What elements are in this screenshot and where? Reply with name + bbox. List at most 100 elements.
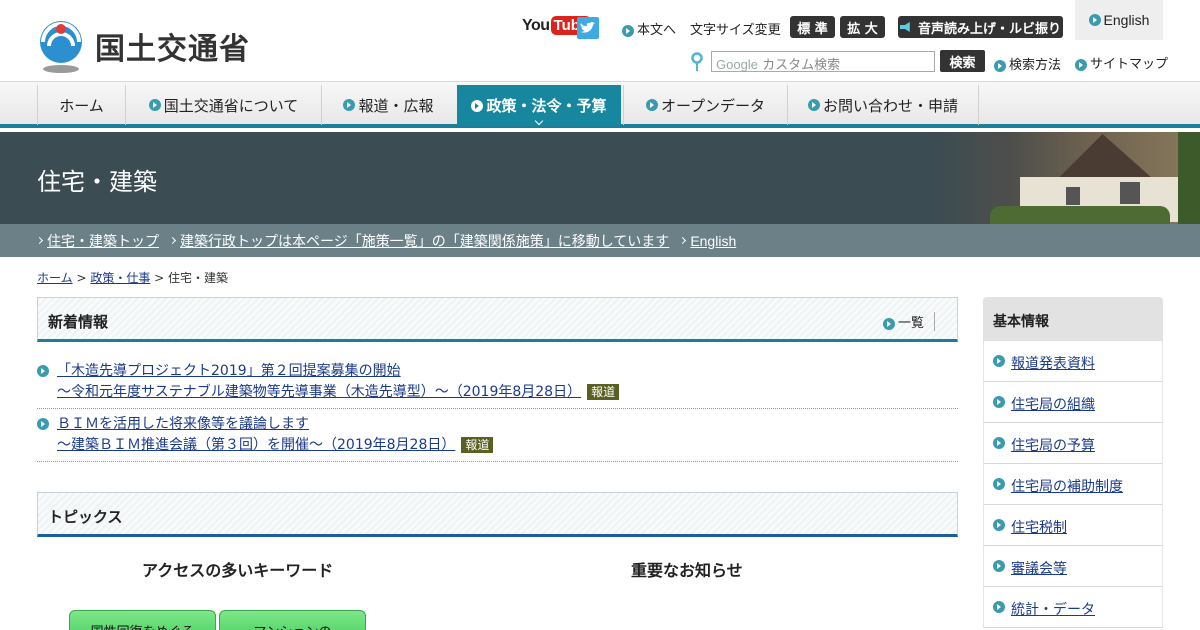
- news-item-line1[interactable]: 「木造先導プロジェクト2019」第２回提案募集の開始: [57, 363, 401, 379]
- arrow-circle-icon: [993, 478, 1005, 490]
- keyword-button[interactable]: 国性回復をめぐる: [69, 610, 216, 630]
- press-badge: 報道: [461, 437, 494, 453]
- site-name: 国土交通省: [95, 32, 250, 67]
- sidebar-item-statistics[interactable]: 統計・データ: [983, 587, 1163, 628]
- gnav-contact-label: お問い合わせ・申請: [822, 96, 958, 115]
- topics-section-header: トピックス: [37, 492, 958, 537]
- sidebar-item-tax[interactable]: 住宅税制: [983, 505, 1163, 546]
- house-window: [1120, 182, 1140, 204]
- gnav-about[interactable]: 国土交通省について: [125, 85, 321, 125]
- keyword-button[interactable]: マンションの: [219, 610, 366, 630]
- sidebar-item-label: 統計・データ: [1011, 602, 1095, 618]
- location-pin-icon: [691, 52, 703, 72]
- sidebar-item-budget[interactable]: 住宅局の予算: [983, 423, 1163, 464]
- global-nav: ホーム 国土交通省について 報道・広報 政策・法令・予算 オープンデータ お問い…: [0, 82, 1200, 128]
- search-input[interactable]: Google カスタム検索: [711, 51, 935, 73]
- sidebar-item-label: 住宅局の組織: [1011, 397, 1095, 413]
- sidebar-item-label: 報道発表資料: [1011, 356, 1095, 372]
- gnav-opendata[interactable]: オープンデータ: [623, 85, 787, 125]
- breadcrumb-separator: >: [150, 271, 169, 285]
- news-list-link[interactable]: 一覧: [882, 312, 935, 331]
- sublink-label: English: [690, 232, 737, 249]
- news-item-line2[interactable]: ～建築ＢＩＭ推進会議（第３回）を開催～（2019年8月28日）: [57, 437, 455, 453]
- site-header: 国土交通省 You Tube 本文へ 文字サイズ変更 標 準 拡 大 音声読み上げ…: [0, 0, 1200, 82]
- sidebar-item-subsidy[interactable]: 住宅局の補助制度: [983, 464, 1163, 505]
- chevron-right-icon: [679, 236, 687, 245]
- font-standard-button[interactable]: 標 準: [790, 16, 835, 38]
- topics-title: トピックス: [48, 508, 123, 526]
- youtube-logo-text: You: [522, 16, 550, 34]
- arrow-circle-icon: [993, 437, 1005, 449]
- arrow-circle-icon: [37, 418, 49, 430]
- breadcrumb-current: 住宅・建築: [168, 271, 229, 285]
- house-photo: [930, 132, 1200, 224]
- arrow-circle-icon: [343, 99, 356, 111]
- gnav-home[interactable]: ホーム: [37, 85, 125, 125]
- english-link[interactable]: English: [1075, 0, 1163, 40]
- arrow-circle-icon: [993, 560, 1005, 572]
- gnav-opendata-label: オープンデータ: [660, 96, 766, 115]
- gnav-press[interactable]: 報道・広報: [321, 85, 455, 125]
- sidebar-item-organization[interactable]: 住宅局の組織: [983, 382, 1163, 423]
- gnav-home-label: ホーム: [59, 96, 104, 115]
- news-item-line1[interactable]: ＢＩＭを活用した将来像等を議論します: [57, 416, 309, 432]
- arrow-circle-icon: [148, 99, 161, 111]
- sidebar-item-councils[interactable]: 審議会等: [983, 546, 1163, 587]
- sublink-housing-top[interactable]: 住宅・建築トップ: [35, 231, 159, 251]
- popular-keywords-title: アクセスの多いキーワード: [142, 561, 334, 580]
- sublink-label: 住宅・建築トップ: [47, 233, 159, 250]
- arrow-circle-icon: [993, 396, 1005, 408]
- news-item[interactable]: ＢＩＭを活用した将来像等を議論します ～建築ＢＩＭ推進会議（第３回）を開催～（2…: [37, 414, 958, 462]
- site-logo[interactable]: 国土交通省: [37, 18, 267, 74]
- chevron-down-icon: [534, 116, 544, 126]
- news-item[interactable]: 「木造先導プロジェクト2019」第２回提案募集の開始 ～令和元年度サステナブル建…: [37, 361, 958, 409]
- breadcrumb-home[interactable]: ホーム: [37, 271, 73, 285]
- arrow-circle-icon: [622, 24, 634, 37]
- news-list-label: 一覧: [897, 316, 924, 331]
- skip-to-content-link[interactable]: 本文へ: [622, 19, 676, 38]
- page-title: 住宅・建築: [37, 168, 157, 196]
- search-placeholder: カスタム検索: [762, 58, 841, 73]
- arrow-circle-icon: [1075, 58, 1087, 71]
- twitter-icon[interactable]: [577, 17, 599, 39]
- sidebar-item-label: 住宅局の予算: [1011, 438, 1095, 454]
- tree: [1178, 132, 1200, 224]
- sitemap-link[interactable]: サイトマップ: [1075, 53, 1168, 72]
- gnav-press-label: 報道・広報: [358, 96, 434, 115]
- sublink-english[interactable]: English: [679, 232, 737, 249]
- important-notices-title: 重要なお知らせ: [631, 561, 743, 580]
- sitemap-label: サイトマップ: [1090, 57, 1169, 72]
- voice-ruby-label: 音声読み上げ・ルビ振り: [917, 21, 1061, 37]
- sublink-label: 建築行政トップは本ページ「施策一覧」の「建築関係施策」に移動しています: [180, 233, 670, 250]
- sidebar-item-press-releases[interactable]: 報道発表資料: [983, 341, 1163, 382]
- gnav-policy[interactable]: 政策・法令・予算: [457, 85, 621, 126]
- sidebar-item-label: 住宅税制: [1011, 520, 1067, 536]
- bushes: [990, 206, 1170, 224]
- news-section-header: 新着情報 一覧: [37, 297, 958, 342]
- section-links-bar: 住宅・建築トップ 建築行政トップは本ページ「施策一覧」の「建築関係施策」に移動し…: [0, 224, 1200, 257]
- english-label: English: [1103, 12, 1150, 28]
- speaker-icon: [899, 22, 910, 32]
- chevron-right-icon: [35, 236, 44, 245]
- arrow-circle-icon: [993, 601, 1005, 613]
- gnav-about-label: 国土交通省について: [163, 96, 299, 115]
- sublink-building-admin[interactable]: 建築行政トップは本ページ「施策一覧」の「建築関係施策」に移動しています: [168, 231, 670, 251]
- arrow-circle-icon: [645, 99, 658, 111]
- news-item-line2[interactable]: ～令和元年度サステナブル建築物等先導事業（木造先導型）～（2019年8月28日）: [57, 384, 581, 400]
- search-button[interactable]: 検索: [940, 50, 985, 72]
- page-banner: 住宅・建築: [0, 132, 1200, 224]
- news-item-text: 「木造先導プロジェクト2019」第２回提案募集の開始 ～令和元年度サステナブル建…: [57, 361, 958, 403]
- search-help-link[interactable]: 検索方法: [994, 54, 1061, 73]
- arrow-circle-icon: [993, 519, 1005, 531]
- sidebar-title: 基本情報: [993, 314, 1049, 330]
- font-large-button[interactable]: 拡 大: [840, 16, 885, 38]
- house-window: [1066, 187, 1080, 205]
- breadcrumb-policy[interactable]: 政策・仕事: [90, 271, 150, 285]
- voice-ruby-button[interactable]: 音声読み上げ・ルビ振り: [898, 16, 1063, 38]
- news-item-text: ＢＩＭを活用した将来像等を議論します ～建築ＢＩＭ推進会議（第３回）を開催～（2…: [57, 414, 958, 456]
- mlit-logo-icon: [37, 20, 85, 73]
- gnav-contact[interactable]: お問い合わせ・申請: [787, 85, 979, 125]
- news-title: 新着情報: [48, 313, 109, 331]
- breadcrumb-separator: >: [72, 271, 91, 285]
- skip-label: 本文へ: [637, 23, 677, 38]
